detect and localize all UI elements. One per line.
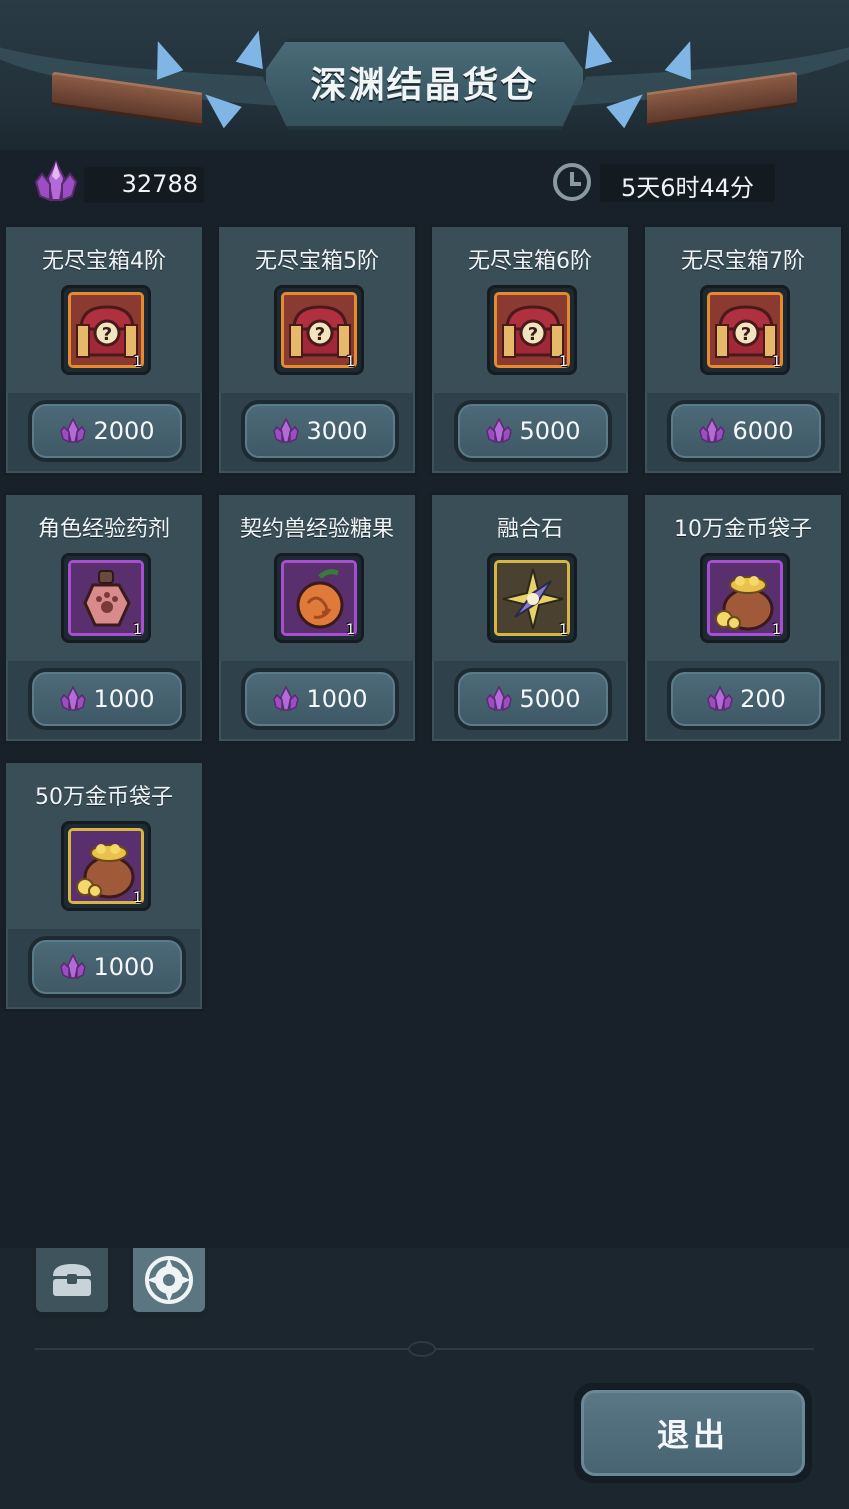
shop-item-card[interactable]: 无尽宝箱4阶? 1 2000 (3, 224, 205, 476)
purple-crystal-icon (699, 417, 726, 444)
item-name: 无尽宝箱5阶 (255, 249, 379, 274)
tab-chest[interactable] (33, 1248, 111, 1318)
item-price: 5000 (519, 417, 581, 445)
item-name: 契约兽经验糖果 (239, 517, 394, 542)
purple-crystal-icon (273, 685, 300, 712)
purple-crystal-icon (60, 417, 87, 444)
item-price: 1000 (93, 953, 155, 981)
shop-item-card[interactable]: 无尽宝箱6阶? 1 5000 (429, 224, 631, 476)
purple-crystal-icon (60, 685, 87, 712)
purple-crystal-icon (34, 159, 78, 202)
buy-button[interactable]: 2000 (28, 400, 186, 462)
item-price: 3000 (306, 417, 368, 445)
item-icon-frame[interactable]: 1 (61, 553, 151, 643)
item-count: 1 (346, 354, 355, 370)
shop-item-card[interactable]: 无尽宝箱7阶? 1 6000 (642, 224, 844, 476)
item-icon-frame[interactable]: 1 (700, 553, 790, 643)
purple-crystal-icon (486, 685, 513, 712)
item-name: 角色经验药剂 (37, 517, 170, 542)
item-icon-frame[interactable]: ? 1 (274, 285, 364, 375)
item-count: 1 (772, 354, 781, 370)
item-count: 1 (133, 890, 142, 906)
shop-item-card[interactable]: 融合石 1 5000 (429, 492, 631, 744)
svg-text:?: ? (741, 324, 751, 345)
item-count: 1 (133, 622, 142, 638)
divider-ornament (408, 1341, 436, 1357)
exit-button-label: 退出 (656, 1416, 729, 1454)
currency-amount: 32788 (121, 170, 198, 198)
shop-grid: 无尽宝箱4阶? 1 2000 无尽宝箱5阶? 1 3000 无尽宝箱6阶? 1 5000 无尽宝箱… (3, 224, 846, 1012)
item-icon-frame[interactable]: 1 (487, 553, 577, 643)
buy-button[interactable]: 1000 (28, 936, 186, 998)
shop-item-card[interactable]: 无尽宝箱5阶? 1 3000 (216, 224, 418, 476)
exit-button[interactable]: 退出 (574, 1383, 812, 1483)
item-name: 无尽宝箱4阶 (42, 249, 166, 274)
purple-crystal-icon (486, 417, 513, 444)
item-price: 1000 (93, 685, 155, 713)
item-count: 1 (133, 354, 142, 370)
header-banner: 深渊结晶货仓 (0, 0, 849, 150)
item-name: 融合石 (496, 517, 563, 542)
item-icon-frame[interactable]: ? 1 (61, 285, 151, 375)
shop-item-card[interactable]: 契约兽经验糖果 1 1000 (216, 492, 418, 744)
page-title: 深渊结晶货仓 (310, 65, 539, 106)
tab-compass[interactable] (130, 1248, 208, 1318)
item-count: 1 (559, 354, 568, 370)
item-icon-frame[interactable]: 1 (61, 821, 151, 911)
item-name: 无尽宝箱6阶 (468, 249, 592, 274)
svg-text:?: ? (315, 324, 325, 345)
refresh-timer: 5天6时44分 (620, 174, 755, 202)
purple-crystal-icon (707, 685, 733, 712)
buy-button[interactable]: 6000 (667, 400, 825, 462)
compass-tab-icon (145, 1256, 193, 1304)
item-price: 2000 (93, 417, 155, 445)
svg-text:?: ? (528, 324, 538, 345)
item-count: 1 (346, 622, 355, 638)
chest-tab-icon (53, 1264, 91, 1296)
buy-button[interactable]: 1000 (241, 668, 399, 730)
shop-item-card[interactable]: 10万金币袋子 1 200 (642, 492, 844, 744)
item-icon-frame[interactable]: 1 (274, 553, 364, 643)
item-price: 6000 (732, 417, 794, 445)
buy-button[interactable]: 1000 (28, 668, 186, 730)
item-price: 5000 (519, 685, 581, 713)
item-price: 200 (740, 685, 786, 713)
shop-item-card[interactable]: 角色经验药剂 1 1000 (3, 492, 205, 744)
purple-crystal-icon (273, 417, 300, 444)
item-name: 无尽宝箱7阶 (681, 249, 805, 274)
purple-crystal-icon (60, 953, 87, 980)
buy-button[interactable]: 3000 (241, 400, 399, 462)
item-price: 1000 (306, 685, 368, 713)
item-icon-frame[interactable]: ? 1 (700, 285, 790, 375)
item-count: 1 (772, 622, 781, 638)
item-name: 10万金币袋子 (674, 517, 812, 542)
shop-item-card[interactable]: 50万金币袋子 1 1000 (3, 760, 205, 1012)
clock-icon (553, 163, 591, 201)
svg-text:?: ? (102, 324, 112, 345)
buy-button[interactable]: 5000 (454, 400, 612, 462)
item-name: 50万金币袋子 (35, 785, 173, 810)
item-count: 1 (559, 622, 568, 638)
item-icon-frame[interactable]: ? 1 (487, 285, 577, 375)
buy-button[interactable]: 200 (667, 668, 825, 730)
buy-button[interactable]: 5000 (454, 668, 612, 730)
